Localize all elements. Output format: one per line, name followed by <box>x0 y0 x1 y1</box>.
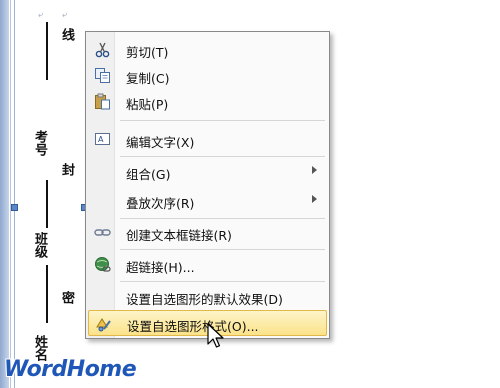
menu-separator <box>120 249 325 250</box>
menu-item-copy[interactable]: 复制(C) <box>88 63 327 89</box>
label-close: 密 <box>59 291 74 304</box>
submenu-arrow-icon <box>312 166 317 174</box>
mouse-pointer-icon <box>207 323 227 351</box>
margin-line <box>10 0 11 388</box>
copy-icon <box>94 67 111 84</box>
label-seal: 封 <box>59 163 74 176</box>
selected-shape-edge <box>14 0 15 388</box>
paragraph-mark: ⤶ <box>38 10 44 20</box>
menu-item-cut[interactable]: 剪切(T) <box>88 37 327 63</box>
menu-item-label: 编辑文字(X) <box>126 135 195 150</box>
binding-line-segment <box>46 265 48 323</box>
submenu-arrow-icon <box>312 195 317 203</box>
menu-item-label: 创建文本框链接(R) <box>126 228 232 243</box>
menu-separator <box>120 120 325 121</box>
paste-icon <box>94 93 111 110</box>
menu-item-label: 组合(G) <box>126 167 171 182</box>
edit-text-icon: A <box>94 131 111 148</box>
menu-item-label: 设置自选图形格式(O)... <box>127 319 259 334</box>
chain-link-icon <box>94 224 111 241</box>
paragraph-mark: ⤶ <box>62 10 68 20</box>
svg-text:A: A <box>98 135 104 144</box>
menu-item-default-shape-effects[interactable]: 设置自选图形的默认效果(D) <box>88 284 327 310</box>
binding-line-segment <box>46 22 48 80</box>
menu-item-label: 剪切(T) <box>126 45 169 60</box>
menu-item-create-textbox-link[interactable]: 创建文本框链接(R) <box>88 220 327 246</box>
scissors-icon <box>94 41 111 58</box>
menu-item-order[interactable]: 叠放次序(R) <box>88 188 327 214</box>
menu-item-hyperlink[interactable]: 超链接(H)... <box>88 252 327 278</box>
menu-separator <box>120 281 325 282</box>
binding-line-segment <box>46 180 48 228</box>
menu-item-label: 粘贴(P) <box>126 97 169 112</box>
label-exam-no: 考号 <box>32 130 47 156</box>
menu-item-label: 复制(C) <box>126 71 170 86</box>
menu-separator <box>120 218 325 219</box>
shape-resize-handle[interactable] <box>11 204 18 211</box>
context-menu: 剪切(T) 复制(C) 粘贴(P) A 编辑文字(X) 组合(G) 叠放次序(R… <box>85 31 330 339</box>
format-shape-icon <box>95 315 112 332</box>
menu-item-edit-text[interactable]: A 编辑文字(X) <box>88 127 327 153</box>
globe-link-icon <box>94 256 111 273</box>
menu-item-paste[interactable]: 粘贴(P) <box>88 89 327 115</box>
menu-item-label: 设置自选图形的默认效果(D) <box>126 292 283 307</box>
menu-item-label: 超链接(H)... <box>126 260 195 275</box>
label-line: 线 <box>59 28 74 41</box>
left-margin-bar <box>0 0 9 388</box>
menu-item-group[interactable]: 组合(G) <box>88 159 327 185</box>
watermark-logo: WordHome <box>4 357 137 382</box>
menu-separator <box>120 156 325 157</box>
menu-item-label: 叠放次序(R) <box>126 196 195 211</box>
label-class: 班级 <box>32 232 47 258</box>
